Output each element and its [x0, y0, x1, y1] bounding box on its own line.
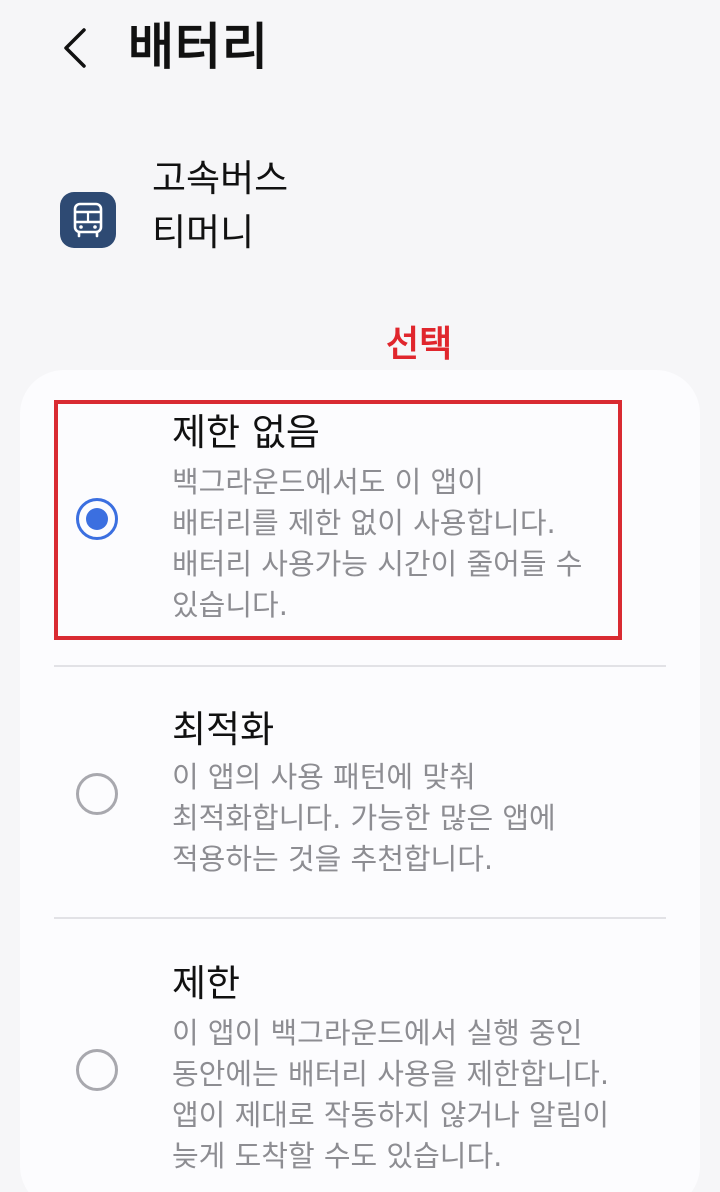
option-title: 최적화	[172, 708, 275, 751]
option-desc-line: 이 앱이 백그라운드에서 실행 중인	[172, 1016, 583, 1050]
app-name-line1: 고속버스	[152, 157, 289, 200]
radio-restricted[interactable]	[76, 1049, 118, 1091]
app-name: 고속버스티머니	[152, 152, 552, 260]
back-button[interactable]	[50, 20, 100, 76]
option-desc-line: 앱이 제대로 작동하지 않거나 알림이	[172, 1098, 610, 1132]
option-optimized[interactable]: 최적화 이 앱의 사용 패턴에 맞춰 최적화합니다. 가능한 많은 앱에 적용하…	[20, 667, 700, 918]
radio-optimized[interactable]	[76, 773, 118, 815]
battery-settings-screen: 배터리 고속버스 티머니 선택 제한 없음 백그라운드에서도 이 앱이 배터리를…	[0, 0, 720, 1192]
option-desc-line: 동안에는 배터리 사용을 제한합니다.	[172, 1057, 610, 1091]
option-description: 이 앱의 사용 패턴에 맞춰 최적화합니다. 가능한 많은 앱에 적용하는 것을…	[172, 757, 652, 880]
chevron-left-icon	[64, 28, 86, 68]
option-desc-line: 늦게 도착할 수도 있습니다.	[172, 1139, 503, 1173]
option-desc-line: 적용하는 것을 추천합니다.	[172, 842, 494, 876]
page-title: 배터리	[128, 18, 269, 76]
bus-icon	[73, 202, 103, 238]
app-icon	[60, 192, 116, 248]
header: 배터리	[0, 0, 720, 100]
app-info: 고속버스티머니	[0, 140, 720, 270]
option-title: 제한	[172, 962, 241, 1005]
highlight-annotation-box	[54, 400, 622, 640]
annotation-label: 선택	[386, 324, 453, 365]
option-restricted[interactable]: 제한 이 앱이 백그라운드에서 실행 중인 동안에는 배터리 사용을 제한합니다…	[20, 919, 700, 1192]
app-name-line2: 티머니	[152, 211, 255, 254]
battery-options-card: 제한 없음 백그라운드에서도 이 앱이 배터리를 제한 없이 사용합니다. 배터…	[20, 370, 700, 1192]
option-desc-line: 최적화합니다. 가능한 많은 앱에	[172, 801, 556, 835]
option-desc-line: 이 앱의 사용 패턴에 맞춰	[172, 760, 476, 794]
option-description: 이 앱이 백그라운드에서 실행 중인 동안에는 배터리 사용을 제한합니다. 앱…	[172, 1013, 652, 1177]
